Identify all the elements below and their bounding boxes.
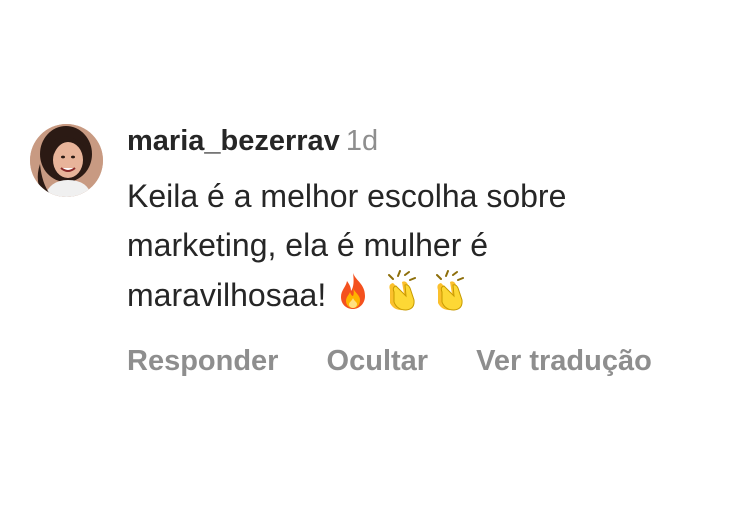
hide-button[interactable]: Ocultar bbox=[327, 345, 429, 377]
reply-button[interactable]: Responder bbox=[127, 345, 278, 377]
username[interactable]: maria_bezerrav bbox=[127, 125, 340, 157]
comment-time: 1d bbox=[345, 125, 379, 157]
comment: maria_bezerrav 1d Keila é a melhor escolh… bbox=[0, 0, 750, 525]
clapping-hands-icon bbox=[380, 270, 422, 312]
avatar[interactable] bbox=[30, 124, 103, 197]
clapping-hands-icon bbox=[428, 270, 470, 312]
avatar-photo bbox=[30, 124, 103, 197]
comment-content: maria_bezerrav 1d Keila é a melhor escolh… bbox=[127, 122, 727, 380]
fire-emoji-icon bbox=[332, 270, 374, 312]
comment-text: Keila é a melhor escolha sobre marketing… bbox=[127, 172, 687, 326]
comment-header: maria_bezerrav 1d bbox=[127, 122, 727, 160]
translate-button[interactable]: Ver tradução bbox=[476, 345, 652, 377]
comment-actions: Responder Ocultar Ver tradução bbox=[127, 342, 727, 380]
emoji-group bbox=[332, 270, 476, 326]
